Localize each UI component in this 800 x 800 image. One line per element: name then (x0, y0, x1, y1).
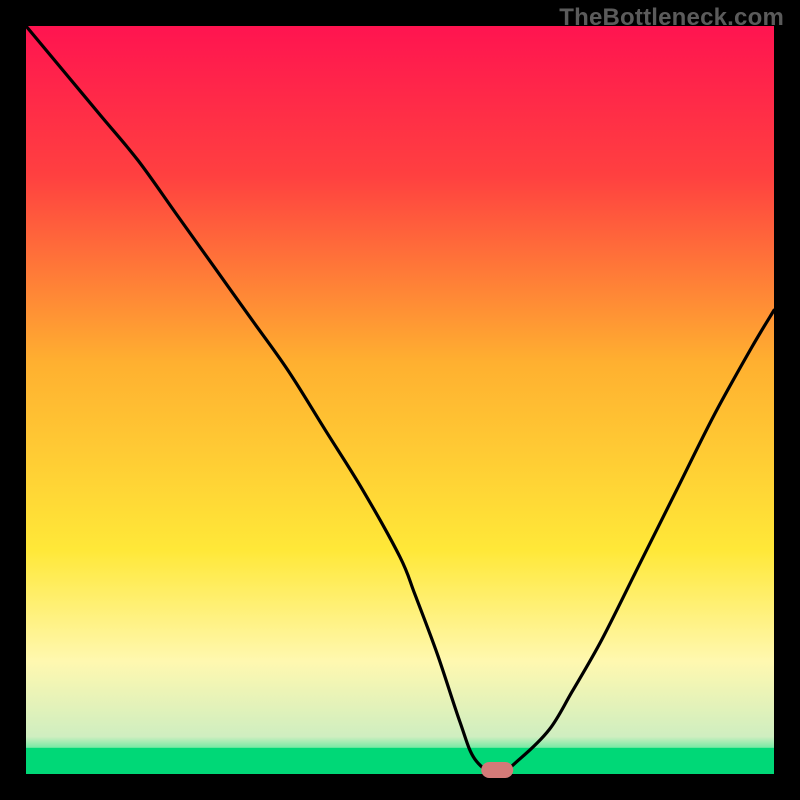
plot-background (26, 26, 774, 774)
watermark-text: TheBottleneck.com (559, 4, 784, 32)
chart-frame: TheBottleneck.com (0, 0, 800, 800)
bottleneck-chart (0, 0, 800, 800)
green-baseline-band (26, 748, 774, 774)
optimum-marker (481, 762, 513, 778)
